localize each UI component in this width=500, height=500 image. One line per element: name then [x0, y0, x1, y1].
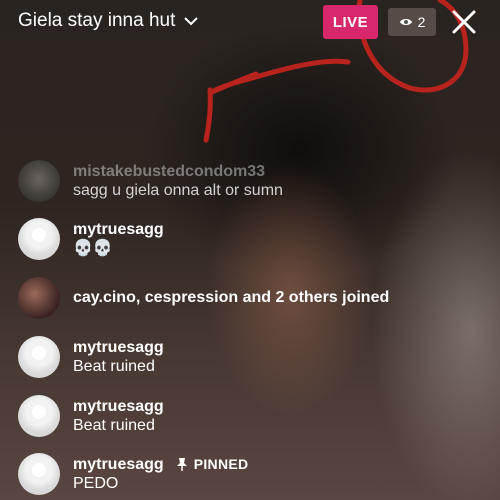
- broadcast-title: Giela stay inna hut: [18, 10, 176, 31]
- avatar[interactable]: [18, 336, 60, 378]
- join-notice: cay.cino, cespression and 2 others joine…: [18, 277, 389, 319]
- avatar[interactable]: [18, 277, 60, 319]
- broadcast-title-dropdown[interactable]: Giela stay inna hut: [18, 10, 199, 32]
- comment-username[interactable]: mistakebustedcondom33: [73, 162, 283, 181]
- chevron-down-icon: [184, 17, 199, 26]
- pinned-label: PINNED: [193, 456, 249, 472]
- avatar[interactable]: [18, 218, 60, 260]
- comment-message: Beat ruined: [73, 357, 155, 375]
- comment-message: 💀💀: [73, 239, 113, 257]
- comment-username[interactable]: mytruesagg: [73, 455, 164, 474]
- comment-item: mytruesagg Beat ruined: [18, 395, 164, 437]
- live-header: Giela stay inna hut LIVE 2: [0, 0, 500, 50]
- avatar[interactable]: [18, 160, 60, 202]
- comment-username[interactable]: mytruesagg: [73, 220, 164, 239]
- pinned-indicator: PINNED: [176, 456, 249, 472]
- join-notice-text: cay.cino, cespression and 2 others joine…: [73, 289, 390, 306]
- comment-item: mytruesagg 💀💀: [18, 218, 164, 260]
- comment-username[interactable]: mytruesagg: [73, 338, 164, 357]
- pin-icon: [176, 458, 187, 471]
- comment-message: sagg u giela onna alt or sumn: [73, 181, 283, 199]
- live-badge[interactable]: LIVE: [323, 5, 378, 39]
- comment-username[interactable]: mytruesagg: [73, 397, 164, 416]
- viewer-count: 2: [417, 14, 426, 30]
- pinned-comment: mytruesagg PINNED PEDO: [18, 453, 248, 495]
- eye-icon: [399, 19, 412, 25]
- comment-message: PEDO: [73, 474, 119, 492]
- comment-item: mistakebustedcondom33 sagg u giela onna …: [18, 160, 283, 202]
- comment-message: Beat ruined: [73, 416, 155, 434]
- close-icon[interactable]: [448, 6, 480, 38]
- comment-item: mytruesagg Beat ruined: [18, 336, 164, 378]
- avatar[interactable]: [18, 395, 60, 437]
- avatar[interactable]: [18, 453, 60, 495]
- viewer-count-badge[interactable]: 2: [388, 8, 436, 36]
